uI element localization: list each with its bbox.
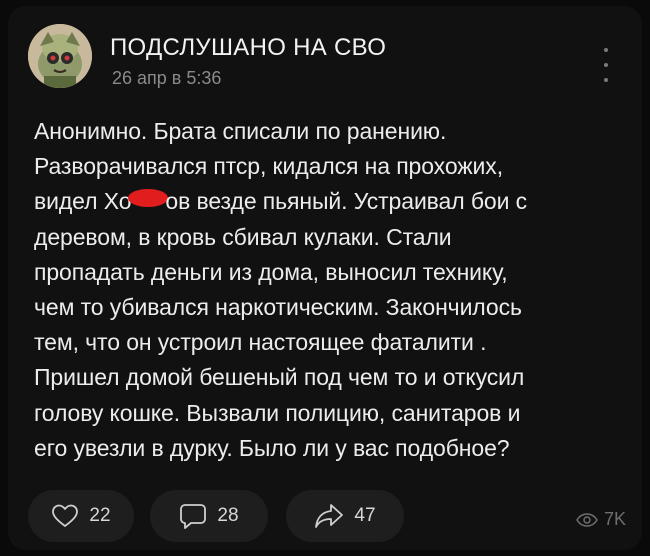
heart-icon (52, 504, 79, 527)
eye-icon (576, 512, 598, 527)
post-line: тем, что он устроил настоящее фаталити . (34, 329, 487, 356)
comment-button[interactable]: 28 (150, 490, 268, 542)
post-line: голову кошке. Вызвали полицию, санитаров… (34, 399, 521, 426)
share-arrow-icon (315, 504, 344, 528)
post-line: его увезли в дурку. Было ли у вас подобн… (34, 434, 510, 461)
post-timestamp[interactable]: 26 апр в 5:36 (112, 68, 221, 89)
post-line: пропадать деньги из дома, выносил техник… (34, 258, 508, 285)
avatar-image (28, 24, 92, 88)
post-line: Пришел домой бешеный под чем то и откуси… (34, 364, 525, 391)
share-button[interactable]: 47 (286, 490, 404, 542)
post-line: чем то убивался наркотическим. Закончило… (34, 294, 522, 321)
views-count: 7K (604, 509, 627, 529)
post-line: Разворачивался птср, кидался на прохожих… (34, 153, 503, 180)
post-line-redacted: видел Хо ов везде пьяный. Устраивал бои с (34, 184, 634, 219)
post-line-part: ов везде пьяный. Устраивал бои с (165, 188, 528, 215)
community-name[interactable]: ПОДСЛУШАНО НА СВО (110, 34, 386, 62)
post-line-part: видел Хо (34, 188, 132, 215)
like-button[interactable]: 22 (28, 490, 134, 542)
views-counter: 7K (576, 509, 626, 530)
comment-bubble-icon (180, 504, 207, 529)
comment-count: 28 (217, 505, 239, 526)
like-count: 22 (89, 505, 111, 526)
post-line: деревом, в кровь сбивал кулаки. Стали (34, 223, 452, 250)
community-avatar[interactable] (28, 24, 92, 88)
post-card: ПОДСЛУШАНО НА СВО 26 апр в 5:36 Анонимно… (8, 6, 642, 550)
redaction-mark (128, 189, 169, 208)
share-count: 47 (354, 505, 376, 526)
post-text: Анонимно. Брата списали по ранению. Разв… (34, 114, 634, 466)
post-line: Анонимно. Брата списали по ранению. (34, 118, 447, 144)
kebab-menu-icon[interactable] (598, 48, 614, 82)
